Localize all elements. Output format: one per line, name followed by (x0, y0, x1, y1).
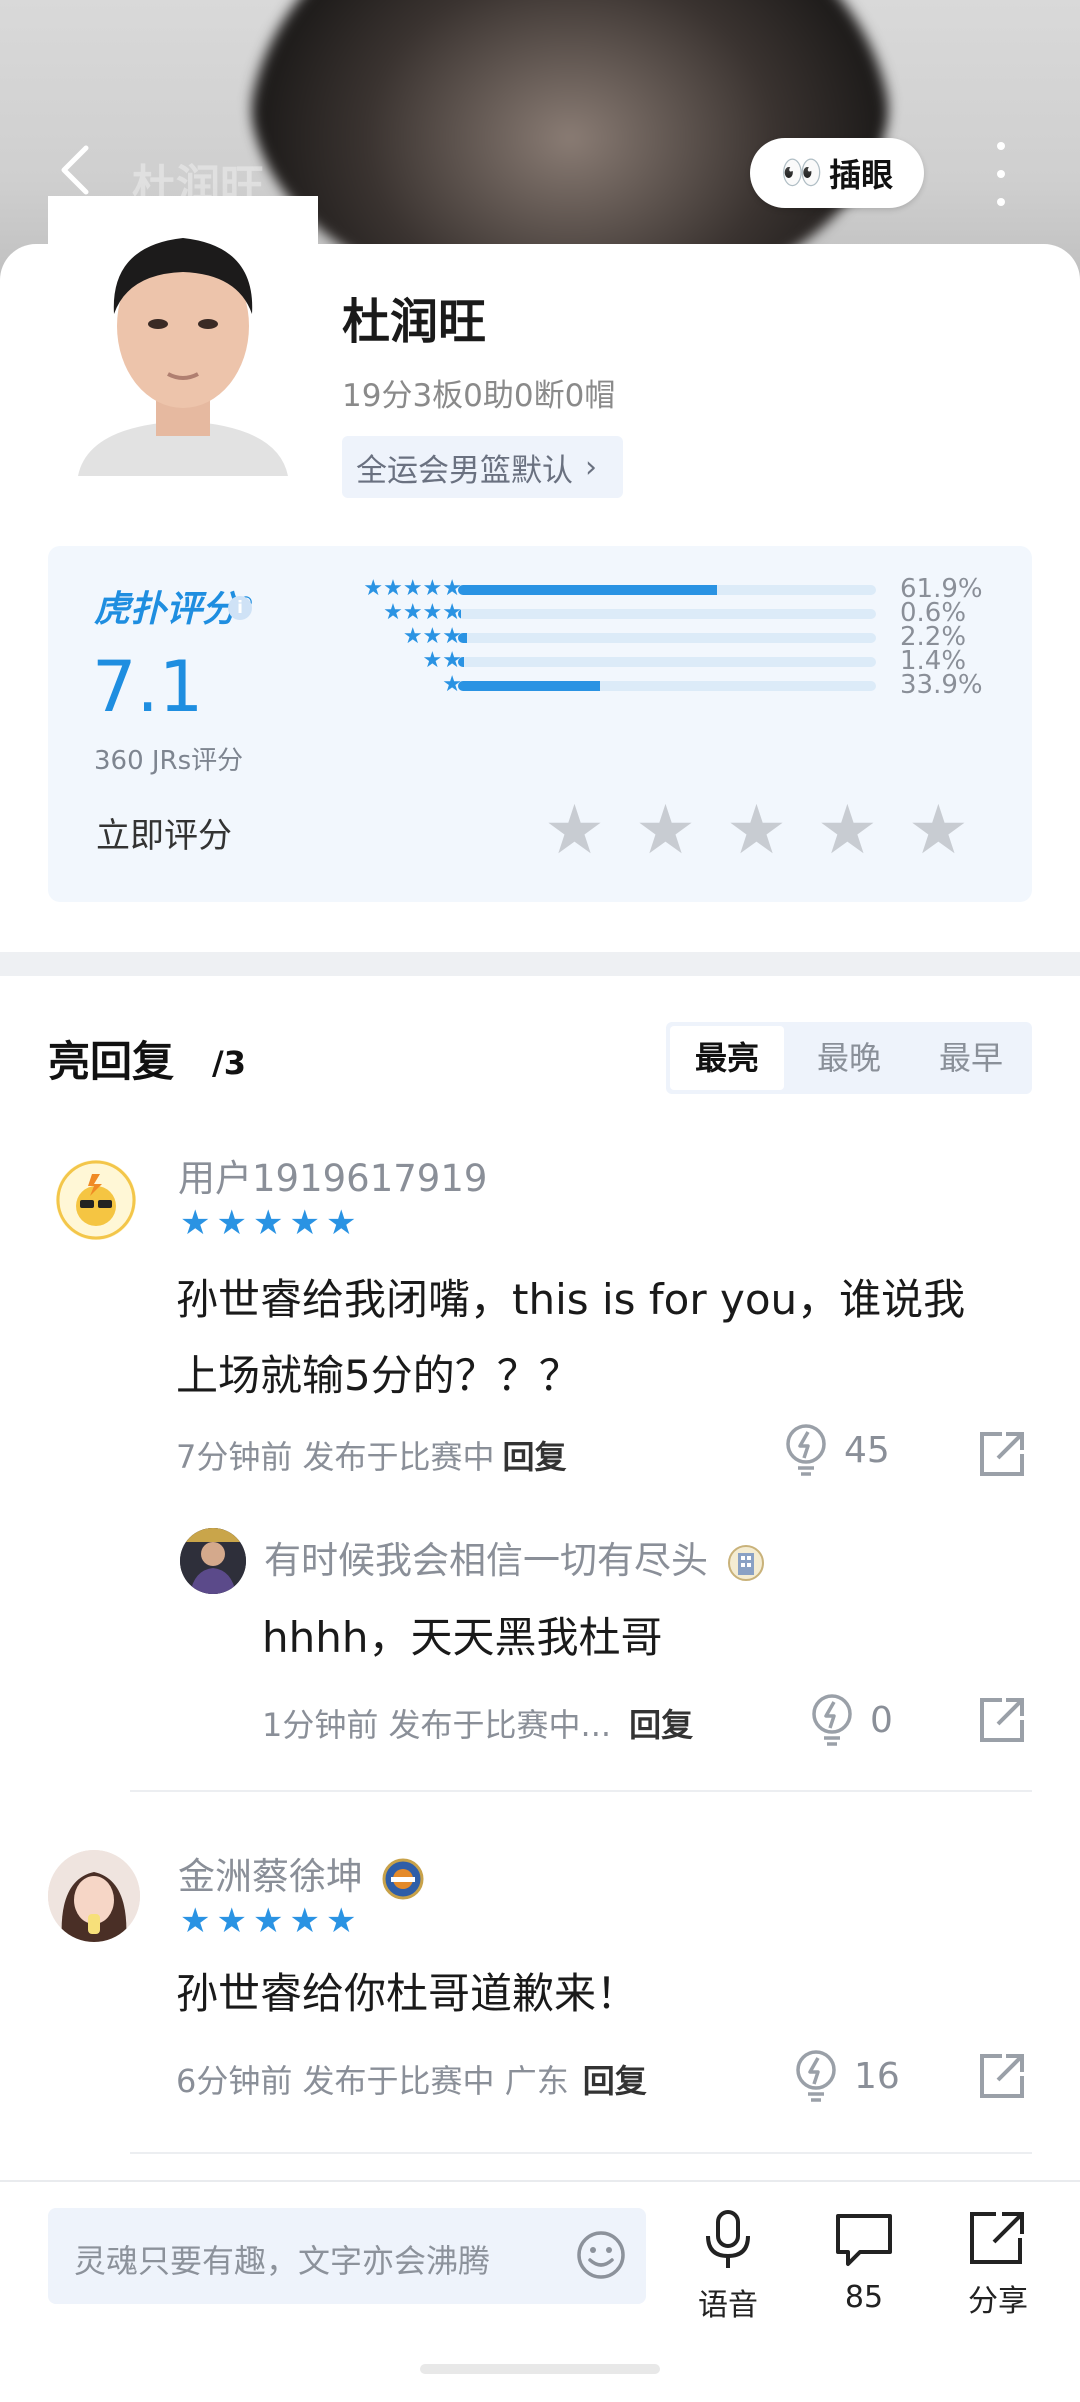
more-menu-button[interactable] (986, 142, 1016, 206)
lightbulb-icon (786, 1424, 826, 1476)
reply-divider (130, 2152, 1032, 2154)
chevron-left-icon (61, 145, 89, 195)
rate-star-4-icon[interactable]: ★ (817, 796, 878, 866)
chevron-right-icon: › (585, 449, 597, 485)
competition-tag[interactable]: 全运会男篮默认 › (342, 436, 623, 498)
comment-input-placeholder: 灵魂只要有趣，文字亦会沸腾 (74, 2242, 491, 2280)
distribution-bar (458, 681, 876, 691)
section-title: 亮回复 (48, 1037, 175, 1086)
username[interactable]: 用户1919617919 (178, 1148, 487, 1202)
more-dot-icon (997, 198, 1005, 206)
light-button[interactable]: 45 (782, 1422, 890, 1478)
voice-button[interactable]: 语音 (678, 2208, 778, 2324)
distribution-bar (458, 585, 876, 595)
sort-tabs: 最亮 最晚 最早 (666, 1022, 1032, 1094)
reply-text: 孙世睿给你杜哥道歉来！ (176, 1969, 639, 2018)
back-button[interactable] (52, 140, 102, 200)
player-statline: 19分3板0助0断0帽 (342, 378, 616, 414)
lightbulb-icon (796, 2050, 836, 2102)
share-button[interactable]: 分享 (948, 2208, 1048, 2320)
rate-star-3-icon[interactable]: ★ (726, 796, 787, 866)
home-indicator (420, 2364, 660, 2374)
comment-bubble-icon (836, 2214, 892, 2266)
star-icon: ★ (289, 1901, 320, 1941)
avatar[interactable] (180, 1528, 246, 1594)
reply-text: hhhh，天天黑我杜哥 (262, 1613, 663, 1662)
peek-button[interactable]: 👀 插眼 (750, 138, 924, 208)
light-button[interactable]: 0 (808, 1692, 893, 1748)
lightbulb-icon (812, 1694, 852, 1746)
tab-hottest[interactable]: 最亮 (670, 1026, 784, 1090)
share-label: 分享 (968, 2284, 1028, 2319)
reply-button[interactable]: 回复 (629, 1706, 693, 1744)
user-rating-stars: ★ ★ ★ ★ ★ (180, 1206, 356, 1240)
star-icon: ★ (180, 1203, 211, 1243)
share-icon (970, 2212, 1024, 2264)
distribution-bar-fill (458, 657, 464, 667)
reply-meta: 6分钟前 发布于比赛中 广东 回复 (176, 2062, 647, 2100)
emoji-icon[interactable] (574, 2228, 628, 2282)
share-reply-icon[interactable] (976, 1428, 1028, 1480)
peek-label: 插眼 (829, 156, 894, 194)
player-photo (48, 196, 318, 476)
rate-star-1-icon[interactable]: ★ (544, 796, 605, 866)
star-icon: ★ (325, 1901, 357, 1941)
distribution-bar (458, 609, 876, 619)
username[interactable]: 有时候我会相信一切有尽头 (264, 1530, 766, 1584)
more-dot-icon (997, 170, 1005, 178)
building-badge-icon (727, 1544, 764, 1581)
distribution-bar (458, 633, 876, 643)
reply-button[interactable]: 回复 (583, 2062, 647, 2100)
voice-label: 语音 (698, 2288, 758, 2323)
more-dot-icon (997, 142, 1005, 150)
section-divider (0, 952, 1080, 976)
reply-meta: 7分钟前 发布于比赛中 回复 (176, 1438, 567, 1476)
rate-now-label: 立即评分 (96, 816, 232, 856)
distribution-percent: 33.9% (900, 670, 983, 700)
comments-count: 85 (844, 2280, 884, 2315)
reply-text: 孙世睿给我闭嘴，this is for you，谁说我 上场就输5分的？？？ (176, 1275, 966, 1400)
star-icon: ★ (252, 1901, 284, 1941)
light-count: 16 (854, 2055, 900, 2097)
tab-latest[interactable]: 最晚 (792, 1026, 906, 1090)
distribution-bar-fill (458, 585, 717, 595)
share-reply-icon[interactable] (976, 2050, 1028, 2102)
rating-panel: 虎扑评分® i 7.1 360 JRs评分 立即评分 ★★★★★61.9%★★★… (48, 546, 1032, 902)
team-badge-icon (382, 1858, 424, 1899)
light-count: 0 (870, 1699, 893, 1741)
rate-star-2-icon[interactable]: ★ (635, 796, 696, 866)
light-count: 45 (844, 1429, 890, 1471)
username[interactable]: 金洲蔡徐坤 (178, 1846, 425, 1901)
competition-tag-label: 全运会男篮默认 (356, 452, 573, 489)
rating-count: 360 JRs评分 (94, 746, 244, 776)
microphone-icon (706, 2210, 750, 2268)
reply-divider (130, 1790, 1032, 1792)
avatar[interactable] (56, 1160, 136, 1240)
rate-stars: ★ ★ ★ ★ ★ (544, 796, 969, 866)
star-icon: ★ (252, 1203, 284, 1243)
star-icon: ★ (289, 1203, 320, 1243)
rate-star-5-icon[interactable]: ★ (908, 796, 969, 866)
distribution-row-1-star: ★ 33.9% (48, 670, 1032, 700)
star-icon: ★ (325, 1203, 357, 1243)
distribution-bar (458, 657, 876, 667)
comment-input[interactable]: 灵魂只要有趣，文字亦会沸腾 (48, 2208, 646, 2304)
distribution-bar-fill (458, 681, 600, 691)
reply-meta: 1分钟前 发布于比赛中... 回复 (262, 1706, 694, 1744)
eyes-icon: 👀 (780, 153, 823, 193)
star-icon: ★ (216, 1901, 247, 1941)
star-icon: ★ (216, 1203, 247, 1243)
tab-earliest[interactable]: 最早 (914, 1026, 1028, 1090)
section-count: /3 (212, 1044, 246, 1082)
user-rating-stars: ★ ★ ★ ★ ★ (180, 1904, 356, 1938)
reply-button[interactable]: 回复 (503, 1438, 567, 1476)
light-button[interactable]: 16 (792, 2048, 900, 2104)
distribution-bar-fill (458, 633, 468, 643)
share-reply-icon[interactable] (976, 1694, 1028, 1746)
star-icon: ★ (180, 1901, 211, 1941)
comments-button[interactable]: 85 (814, 2208, 914, 2315)
player-name: 杜润旺 (342, 294, 487, 350)
avatar[interactable] (48, 1850, 140, 1942)
